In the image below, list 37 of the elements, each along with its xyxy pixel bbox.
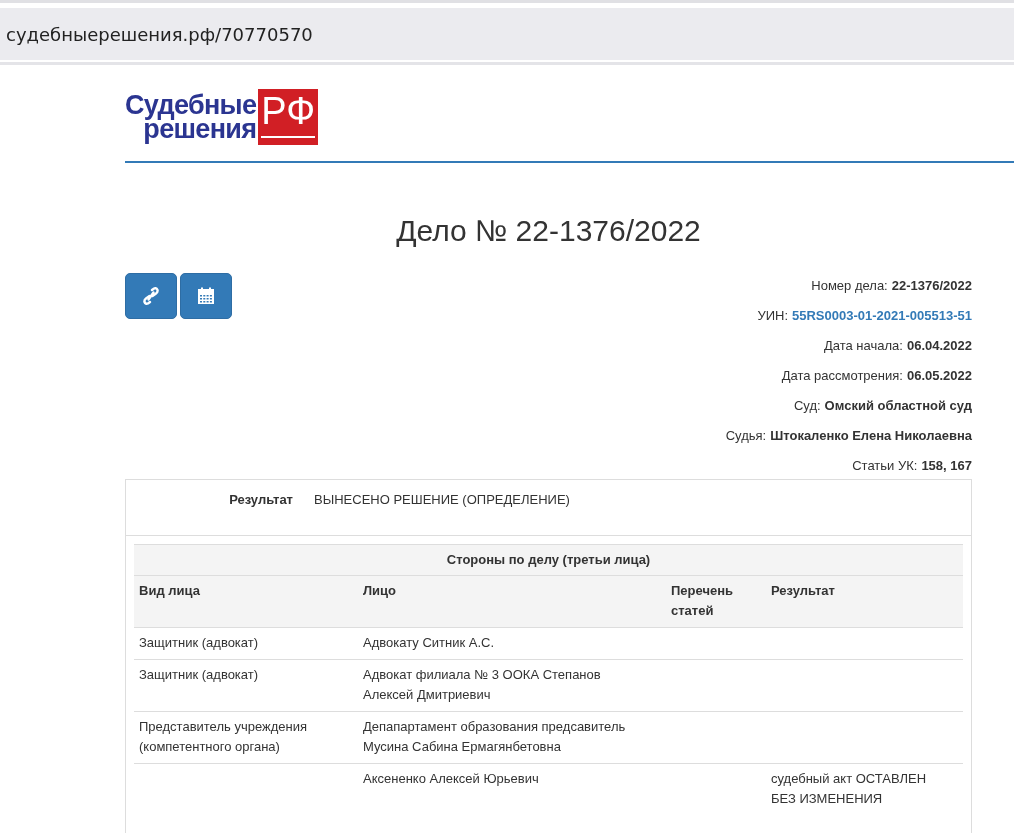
detail-label: Статьи УК: <box>852 457 918 476</box>
calendar-icon <box>197 287 215 305</box>
address-bar[interactable]: судебныерешения.рф/70770570 <box>0 8 1014 60</box>
detail-label: Судья: <box>725 427 767 446</box>
table-cell-text: Представитель учреждения (компетентного органа) <box>139 718 308 756</box>
url-text: судебныерешения.рф/70770570 <box>6 22 313 47</box>
detail-value: 158, 167 <box>921 457 972 476</box>
logo-mark: РФ <box>258 89 319 145</box>
table-cell-text: Депапартамент образования предсавитель Мусина Сабина Ермагянбетовна <box>363 718 627 756</box>
detail-label: Номер дела: <box>811 277 888 296</box>
column-header: Результат <box>766 575 963 628</box>
detail-value: 22-1376/2022 <box>891 277 972 296</box>
detail-label: Дата рассмотрения: <box>781 367 903 386</box>
result-value: ВЫНЕСЕНО РЕШЕНИЕ (ОПРЕДЕЛЕНИЕ) <box>314 491 570 509</box>
column-header: Лицо <box>358 575 666 628</box>
detail-value: Омский областной суд <box>824 397 972 416</box>
detail-label: Суд: <box>793 397 821 416</box>
table-cell-text: Аксененко Алексей Юрьевич <box>363 770 539 788</box>
detail-value: 06.05.2022 <box>906 367 972 386</box>
detail-label: Дата начала: <box>823 337 903 356</box>
toolbar-button[interactable] <box>125 273 177 319</box>
table-cell-text: судебный акт ОСТАВЛЕН БЕЗ ИЗМЕНЕНИЯ <box>771 770 928 808</box>
detail-link[interactable]: 55RS0003-01-2021-005513-51 <box>792 306 972 326</box>
detail-value: 06.04.2022 <box>906 337 972 356</box>
table-cell-text: Адвокату Ситник А.С. <box>363 634 494 652</box>
column-header: Перечень статей <box>666 575 766 628</box>
table-caption: Стороны по делу (третьи лица) <box>134 544 963 576</box>
link-icon <box>143 287 159 305</box>
page-title: Дело № 22-1376/2022 <box>395 213 702 249</box>
detail-value: Штокаленко Елена Николаевна <box>770 427 972 446</box>
toolbar-button[interactable] <box>180 273 232 319</box>
column-header: Вид лица <box>134 575 358 628</box>
detail-label: УИН: <box>757 307 788 326</box>
table-cell-text: Защитник (адвокат) <box>139 634 259 652</box>
result-label: Результат <box>228 491 293 509</box>
table-cell-text: Защитник (адвокат) <box>139 666 259 684</box>
table-cell-text: Адвокат филиала № 3 ООКА Степанов Алексей Дмитриевич <box>363 666 602 704</box>
